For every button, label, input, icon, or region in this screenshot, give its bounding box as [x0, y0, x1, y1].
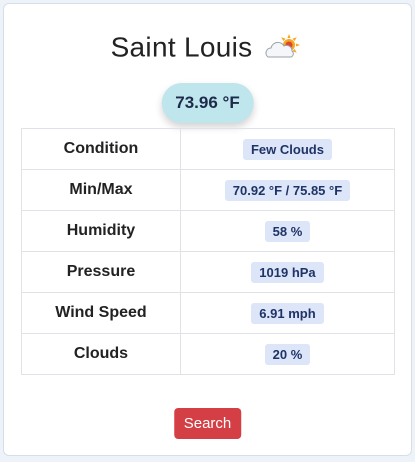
table-row: Condition Few Clouds [21, 128, 396, 170]
table-row: Min/Max 70.92 °F / 75.85 °F [21, 169, 396, 211]
min-max-value: 70.92 °F / 75.85 °F [224, 179, 351, 201]
condition-value: Few Clouds [242, 138, 332, 160]
weather-details-table: Condition Few Clouds Min/Max 70.92 °F / … [21, 128, 396, 375]
humidity-label: Humidity [21, 210, 181, 252]
search-button[interactable]: Search [173, 408, 242, 439]
clouds-label: Clouds [21, 333, 181, 375]
few-clouds-icon [262, 33, 304, 63]
wind-speed-label: Wind Speed [21, 292, 181, 334]
temperature-display: 73.96 °F [161, 83, 254, 123]
table-row: Humidity 58 % [21, 210, 396, 252]
table-row: Clouds 20 % [21, 333, 396, 375]
min-max-label: Min/Max [21, 169, 181, 211]
weather-header: Saint Louis [4, 30, 411, 64]
condition-label: Condition [21, 128, 181, 170]
weather-card: Saint Louis 73.96 °F Condition Few Cloud… [3, 3, 412, 456]
wind-speed-value: 6.91 mph [251, 302, 324, 324]
clouds-value: 20 % [264, 343, 311, 365]
table-row: Pressure 1019 hPa [21, 251, 396, 293]
pressure-label: Pressure [21, 251, 181, 293]
city-name: Saint Louis [110, 31, 253, 63]
pressure-value: 1019 hPa [251, 261, 324, 283]
table-row: Wind Speed 6.91 mph [21, 292, 396, 334]
humidity-value: 58 % [264, 220, 311, 242]
